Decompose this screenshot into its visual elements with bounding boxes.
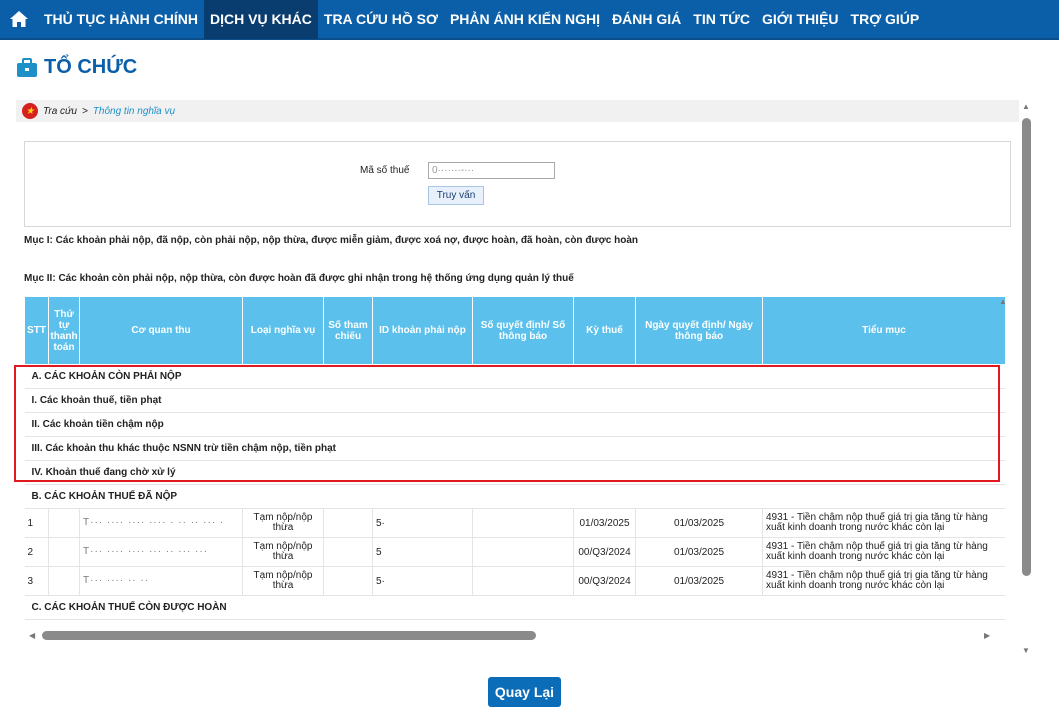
cell-ky-thue: 01/03/2025 — [573, 508, 636, 538]
cell-co-quan-thu: T··· ···· ···· ···· · ·· ·· ··· · — [79, 508, 243, 538]
cell-so-quyet-dinh — [472, 508, 574, 538]
table-horizontal-scroll-thumb[interactable] — [42, 631, 536, 640]
page-title: TỔ CHỨC — [16, 56, 137, 79]
cell-loai-nghia-vu: Tạm nộp/nộp thừa — [242, 508, 324, 538]
search-button[interactable]: Truy vấn — [428, 186, 484, 205]
group-label: C. CÁC KHOẢN THUẾ CÒN ĐƯỢC HOÀN — [24, 595, 1005, 620]
cell-co-quan-thu: T··· ···· ···· ··· ·· ··· ··· — [79, 537, 243, 567]
nav-dich-vu-khac[interactable]: DỊCH VỤ KHÁC — [204, 0, 318, 39]
breadcrumb-root[interactable]: Tra cứu — [43, 106, 77, 117]
cell-thu-tu — [48, 508, 80, 538]
scroll-left-icon[interactable]: ◀ — [29, 631, 35, 640]
col-header-so-tham-chieu: Số tham chiếu — [323, 296, 373, 365]
cell-so-tham-chieu — [323, 566, 373, 596]
top-nav: THỦ TỤC HÀNH CHÍNH DỊCH VỤ KHÁC TRA CỨU … — [0, 0, 1059, 40]
tax-code-input[interactable]: 0·······-··· — [428, 162, 555, 179]
cell-stt: 3 — [24, 566, 49, 596]
cell-loai-nghia-vu: Tạm nộp/nộp thừa — [242, 566, 324, 596]
group-row-c: C. CÁC KHOẢN THUẾ CÒN ĐƯỢC HOÀN — [24, 595, 1005, 620]
col-header-stt: STT — [24, 296, 49, 365]
briefcase-icon — [17, 57, 37, 77]
col-header-so-quyet-dinh: Số quyết định/ Số thông báo — [472, 296, 574, 365]
national-emblem-icon: ★ — [22, 103, 38, 119]
table-scroll-up-icon[interactable]: ▲ — [999, 297, 1007, 306]
cell-so-quyet-dinh — [472, 537, 574, 567]
cell-co-quan-thu: T··· ···· ·· ·· — [79, 566, 243, 596]
table-row: 1 T··· ···· ···· ···· · ·· ·· ··· · Tạm … — [24, 508, 1005, 538]
nav-danh-gia[interactable]: ĐÁNH GIÁ — [606, 0, 687, 39]
nav-tro-giup[interactable]: TRỢ GIÚP — [845, 0, 926, 39]
search-panel: Mã số thuế 0·······-··· Truy vấn — [24, 141, 1011, 227]
scroll-up-icon[interactable]: ▲ — [1022, 102, 1030, 111]
cell-ngay-quyet-dinh: 01/03/2025 — [635, 508, 763, 538]
cell-id-khoan: 5· — [372, 566, 473, 596]
tax-code-label: Mã số thuế — [360, 165, 410, 176]
home-button[interactable] — [0, 0, 38, 39]
group-label: B. CÁC KHOẢN THUẾ ĐÃ NỘP — [24, 484, 1005, 509]
cell-tieu-muc: 4931 - Tiền chậm nộp thuế giá trị gia tă… — [762, 537, 1005, 567]
cell-ngay-quyet-dinh: 01/03/2025 — [635, 537, 763, 567]
table-row: 3 T··· ···· ·· ·· Tạm nộp/nộp thừa 5· 00… — [24, 566, 1005, 596]
section-note-muc-2: Mục II: Các khoản còn phải nộp, nộp thừa… — [24, 273, 574, 284]
page-title-text: TỔ CHỨC — [44, 56, 138, 78]
col-header-loai-nghia-vu: Loại nghĩa vụ — [242, 296, 324, 365]
cell-tieu-muc: 4931 - Tiền chậm nộp thuế giá trị gia tă… — [762, 508, 1005, 538]
col-header-ngay-quyet-dinh: Ngày quyết định/ Ngày thông báo — [635, 296, 763, 365]
nav-tin-tuc[interactable]: TIN TỨC — [687, 0, 756, 39]
cell-ky-thue: 00/Q3/2024 — [573, 537, 636, 567]
col-header-co-quan-thu: Cơ quan thu — [79, 296, 243, 365]
cell-so-quyet-dinh — [472, 566, 574, 596]
breadcrumb: ★ Tra cứu > Thông tin nghĩa vụ — [16, 100, 1019, 122]
group-row-b: B. CÁC KHOẢN THUẾ ĐÃ NỘP — [24, 484, 1005, 509]
nav-tra-cuu-ho-so[interactable]: TRA CỨU HỒ SƠ — [318, 0, 444, 39]
col-header-thu-tu: Thứ tự thanh toán — [48, 296, 80, 365]
breadcrumb-current[interactable]: Thông tin nghĩa vụ — [93, 106, 175, 117]
cell-stt: 1 — [24, 508, 49, 538]
cell-thu-tu — [48, 537, 80, 567]
nav-phan-anh-kien-nghi[interactable]: PHẢN ÁNH KIẾN NGHỊ — [444, 0, 606, 39]
page-vertical-scroll-thumb[interactable] — [1022, 118, 1031, 576]
col-header-tieu-muc: Tiểu mục — [762, 296, 1005, 365]
cell-thu-tu — [48, 566, 80, 596]
back-button[interactable]: Quay Lại — [488, 677, 561, 707]
cell-ky-thue: 00/Q3/2024 — [573, 566, 636, 596]
nav-gioi-thieu[interactable]: GIỚI THIỆU — [756, 0, 845, 39]
cell-id-khoan: 5· — [372, 508, 473, 538]
col-header-id-khoan: ID khoản phải nộp — [372, 296, 473, 365]
scroll-down-icon[interactable]: ▼ — [1022, 646, 1030, 655]
cell-ngay-quyet-dinh: 01/03/2025 — [635, 566, 763, 596]
cell-id-khoan: 5 — [372, 537, 473, 567]
col-header-ky-thue: Kỳ thuế — [573, 296, 636, 365]
scroll-right-icon[interactable]: ▶ — [984, 631, 990, 640]
section-note-muc-1: Mục I: Các khoản phải nộp, đã nộp, còn p… — [24, 235, 639, 246]
cell-so-tham-chieu — [323, 508, 373, 538]
highlight-outline — [14, 365, 1000, 482]
table-header-row: STT Thứ tự thanh toán Cơ quan thu Loại n… — [24, 296, 1005, 365]
breadcrumb-separator: > — [81, 105, 88, 117]
cell-stt: 2 — [24, 537, 49, 567]
table-row: 2 T··· ···· ···· ··· ·· ··· ··· Tạm nộp/… — [24, 537, 1005, 567]
cell-so-tham-chieu — [323, 537, 373, 567]
cell-loai-nghia-vu: Tạm nộp/nộp thừa — [242, 537, 324, 567]
cell-tieu-muc: 4931 - Tiền chậm nộp thuế giá trị gia tă… — [762, 566, 1005, 596]
home-icon — [10, 11, 28, 27]
nav-thu-tuc-hanh-chinh[interactable]: THỦ TỤC HÀNH CHÍNH — [38, 0, 204, 39]
